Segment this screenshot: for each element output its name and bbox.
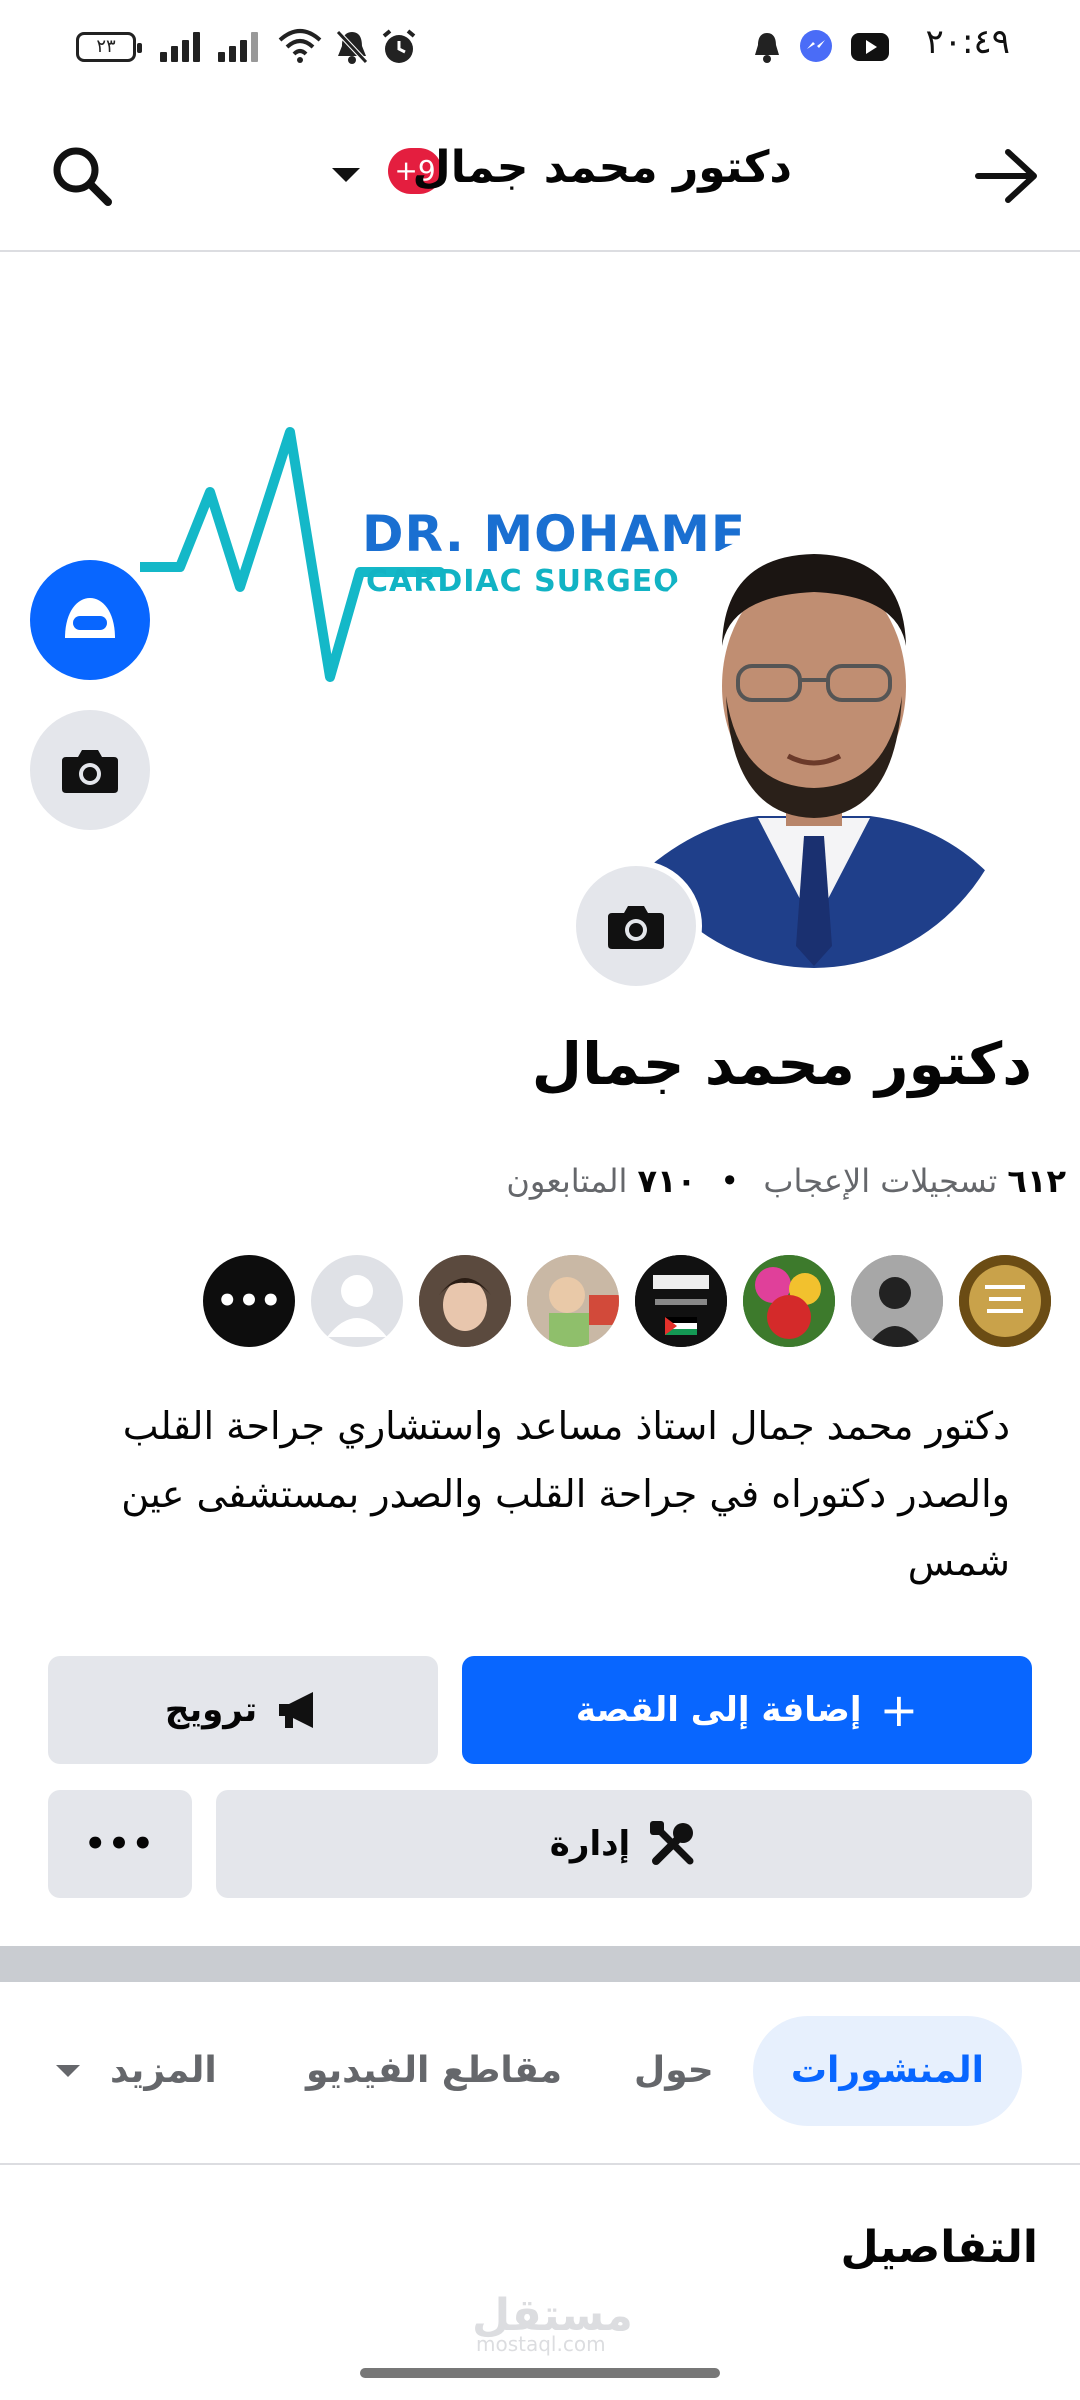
gesture-bar[interactable] — [360, 2368, 720, 2378]
followers-label[interactable]: المتابعون — [506, 1162, 627, 1200]
avatar[interactable] — [419, 1255, 511, 1347]
tools-icon — [650, 1821, 694, 1865]
page-title[interactable]: دكتور محمد جمال — [413, 142, 792, 193]
battery-icon: ٢٣ — [76, 32, 142, 62]
arrow-right-icon[interactable] — [974, 146, 1040, 206]
manage-label: إدارة — [549, 1824, 631, 1864]
avatar[interactable] — [743, 1255, 835, 1347]
messenger-icon — [800, 30, 832, 62]
camera-icon — [608, 906, 664, 949]
cover-brand-line1: DR. MOHAME — [362, 505, 747, 563]
watermark-domain: mostaql.com — [476, 2332, 606, 2356]
chevron-down-icon[interactable] — [56, 2065, 80, 2077]
liker-avatars[interactable]: ••• — [0, 1255, 1080, 1351]
notification-bell-icon — [755, 33, 779, 63]
profile-camera-button[interactable] — [570, 860, 702, 992]
battery-level: ٢٣ — [96, 36, 116, 57]
avatar-edit-button[interactable] — [30, 560, 150, 680]
top-app-bar: +9 دكتور محمد جمال — [0, 96, 1080, 252]
more-options-button[interactable]: ••• — [48, 1790, 192, 1898]
avatar[interactable] — [527, 1255, 619, 1347]
avatar-icon — [65, 598, 115, 638]
alarm-icon — [382, 29, 416, 63]
avatar[interactable] — [851, 1255, 943, 1347]
manage-button[interactable]: إدارة — [216, 1790, 1032, 1898]
tab-about[interactable]: حول — [634, 2016, 714, 2126]
caret-down-icon[interactable] — [332, 168, 360, 182]
likes-count: ٦١٢ — [1007, 1162, 1066, 1200]
page-bio: دكتور محمد جمال استاذ مساعد واستشاري جرا… — [121, 1404, 1010, 1584]
tab-videos[interactable]: مقاطع الفيديو — [306, 2016, 562, 2126]
signal-icon-2 — [218, 30, 258, 62]
page-name: دكتور محمد جمال — [531, 1030, 1032, 1098]
followers-count: ٧١٠ — [637, 1162, 697, 1200]
tabs-separator — [0, 2163, 1080, 2165]
promote-label: ترويج — [164, 1690, 258, 1730]
clock: ٢٠:٤٩ — [925, 22, 1010, 62]
avatar[interactable] — [311, 1255, 403, 1347]
avatar[interactable] — [635, 1255, 727, 1347]
youtube-icon — [851, 33, 889, 61]
likes-label[interactable]: تسجيلات الإعجاب — [763, 1162, 997, 1200]
camera-icon — [62, 750, 118, 793]
tab-more[interactable]: المزيد — [110, 2016, 217, 2126]
add-to-story-label: إضافة إلى القصة — [575, 1690, 862, 1730]
section-divider — [0, 1946, 1080, 1982]
plus-icon: + — [879, 1683, 919, 1737]
signal-icon — [160, 30, 200, 62]
avatar[interactable] — [959, 1255, 1051, 1347]
page-stats: ٦١٢ تسجيلات الإعجاب • ٧١٠ المتابعون — [506, 1162, 1066, 1200]
promote-button[interactable]: ترويج — [48, 1656, 438, 1764]
details-heading: التفاصيل — [840, 2222, 1038, 2273]
status-bar: ٢٣ ٢٠:٤٩ — [0, 0, 1080, 96]
more-avatars-button[interactable]: ••• — [203, 1255, 295, 1347]
bell-off-icon — [336, 30, 368, 64]
add-to-story-button[interactable]: إضافة إلى القصة + — [462, 1656, 1032, 1764]
megaphone-icon — [279, 1692, 314, 1728]
cover-camera-button[interactable] — [30, 710, 150, 830]
wifi-icon — [278, 29, 322, 63]
cover-brand-line2: CARDIAC SURGEO — [366, 564, 680, 599]
tab-posts[interactable]: المنشورات — [752, 2016, 1022, 2126]
search-icon[interactable] — [50, 144, 114, 208]
page-tabs: المنشورات حول مقاطع الفيديو المزيد — [0, 2016, 1080, 2126]
